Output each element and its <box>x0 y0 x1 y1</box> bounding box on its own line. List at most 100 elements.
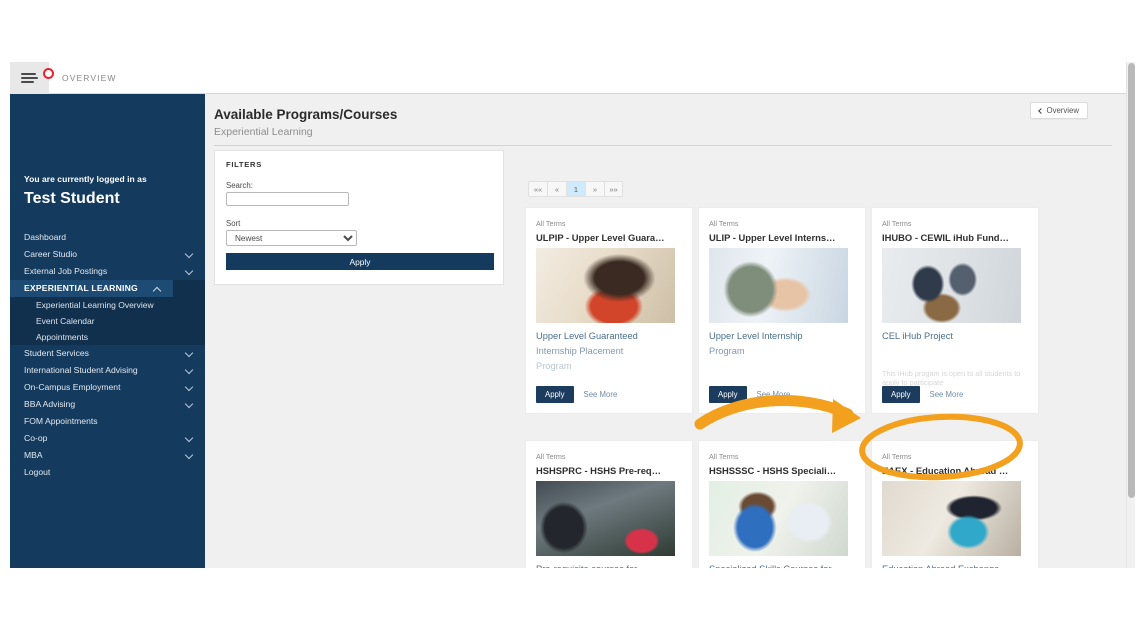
card-desc-line: Pre-requisite courses for <box>536 562 688 568</box>
card-see-more-link[interactable]: See More <box>584 390 618 399</box>
user-name: Test Student <box>24 190 120 208</box>
search-label: Search: <box>226 181 253 190</box>
card-description: CEL iHub Project <box>882 329 1034 344</box>
chevron-down-icon <box>185 433 193 441</box>
card-thumbnail <box>709 481 848 556</box>
logged-in-label: You are currently logged in as <box>24 174 147 184</box>
card-term: All Terms <box>882 452 911 461</box>
apply-filters-button[interactable]: Apply <box>226 253 494 270</box>
card-description: Pre-requisite courses for HSHS Programs <box>536 562 688 568</box>
card-title: ULPIP - Upper Level Guara… <box>536 232 688 243</box>
sidebar-item-label: Student Services <box>24 348 89 358</box>
pagination-page-1[interactable]: 1 <box>566 181 585 197</box>
card-thumbnail <box>536 481 675 556</box>
sidebar-group-experiential-learning: EXPERIENTIAL LEARNING Experiential Learn… <box>10 280 205 345</box>
card-see-more-link[interactable]: See More <box>757 390 791 399</box>
card-actions: Apply See More <box>882 386 963 403</box>
chevron-up-icon <box>153 286 161 294</box>
hamburger-menu-icon[interactable] <box>10 62 49 94</box>
sidebar-subitem-event-calendar[interactable]: Event Calendar <box>10 313 205 329</box>
card-description: Education Abroad Exchange <box>882 562 1034 568</box>
card-thumbnail <box>882 248 1021 323</box>
chevron-down-icon <box>185 450 193 458</box>
sidebar-item-label: Co-op <box>24 433 47 443</box>
card-title: HSHSSSC - HSHS Speciali… <box>709 465 861 476</box>
program-card[interactable]: All Terms ULPIP - Upper Level Guara… Upp… <box>525 207 693 414</box>
top-bar: OVERVIEW <box>10 62 1126 94</box>
card-title: EAEX - Education Abroad … <box>882 465 1034 476</box>
chevron-down-icon <box>185 365 193 373</box>
sidebar-subitem-experiential-learning-overview[interactable]: Experiential Learning Overview <box>10 297 205 313</box>
sidebar-item-label: FOM Appointments <box>24 416 98 426</box>
card-title: IHUBO - CEWIL iHub Fund… <box>882 232 1034 243</box>
sidebar-subitem-label: Event Calendar <box>36 316 95 326</box>
sort-label: Sort <box>226 219 240 228</box>
card-apply-button[interactable]: Apply <box>882 386 920 403</box>
program-card[interactable]: All Terms EAEX - Education Abroad … Educ… <box>871 440 1039 568</box>
card-actions: Apply See More <box>536 386 617 403</box>
program-card[interactable]: All Terms ULIP - Upper Level Interns… Up… <box>698 207 866 414</box>
sidebar-item-label: Logout <box>24 467 50 477</box>
card-term: All Terms <box>536 452 565 461</box>
sidebar-item-dashboard[interactable]: Dashboard <box>10 229 205 246</box>
overview-button-label: Overview <box>1047 106 1080 115</box>
sort-select[interactable]: Newest <box>226 230 357 246</box>
search-input[interactable] <box>226 192 349 206</box>
sidebar-item-label: Career Studio <box>24 249 77 259</box>
card-term: All Terms <box>882 219 911 228</box>
program-card[interactable]: All Terms HSHSSSC - HSHS Speciali… Speci… <box>698 440 866 568</box>
program-card[interactable]: All Terms IHUBO - CEWIL iHub Fund… CEL i… <box>871 207 1039 414</box>
sidebar-item-international-student-advising[interactable]: International Student Advising <box>10 362 205 379</box>
card-desc-line: Upper Level Internship <box>709 329 861 344</box>
card-description: Upper Level Internship Program <box>709 329 861 359</box>
page-subtitle: Experiential Learning <box>214 126 313 138</box>
card-description: Specialized Skills Courses for Health Se… <box>709 562 861 568</box>
sidebar-item-experiential-learning[interactable]: EXPERIENTIAL LEARNING <box>10 280 173 297</box>
chevron-left-icon <box>1038 108 1044 114</box>
sidebar-item-on-campus-employment[interactable]: On-Campus Employment <box>10 379 205 396</box>
program-card[interactable]: All Terms HSHSPRC - HSHS Pre-req… Pre-re… <box>525 440 693 568</box>
title-divider <box>214 145 1112 146</box>
sidebar-item-mba[interactable]: MBA <box>10 447 205 464</box>
card-apply-button[interactable]: Apply <box>709 386 747 403</box>
card-thumbnail <box>709 248 848 323</box>
pagination-prev-button[interactable]: « <box>547 181 566 197</box>
sidebar-item-label: MBA <box>24 450 43 460</box>
page-scrollbar[interactable] <box>1126 62 1135 568</box>
sidebar-subitem-label: Appointments <box>36 332 88 342</box>
page-scrollbar-thumb[interactable] <box>1128 63 1135 498</box>
sidebar-item-logout[interactable]: Logout <box>10 464 205 481</box>
filters-heading: FILTERS <box>226 160 262 169</box>
sidebar-item-student-services[interactable]: Student Services <box>10 345 205 362</box>
card-thumbnail <box>882 481 1021 556</box>
card-term: All Terms <box>709 452 738 461</box>
sidebar-item-label: BBA Advising <box>24 399 75 409</box>
sidebar-item-label: EXPERIENTIAL LEARNING <box>24 283 138 293</box>
pagination-last-button[interactable]: »» <box>604 181 623 197</box>
card-actions: Apply See More <box>709 386 790 403</box>
sidebar-item-co-op[interactable]: Co-op <box>10 430 205 447</box>
sidebar-subitem-appointments[interactable]: Appointments <box>10 329 205 345</box>
sidebar-item-external-job-postings[interactable]: External Job Postings <box>10 263 205 280</box>
card-desc-line: Program <box>709 344 861 359</box>
chevron-down-icon <box>185 399 193 407</box>
chevron-down-icon <box>185 266 193 274</box>
sidebar-item-career-studio[interactable]: Career Studio <box>10 246 205 263</box>
filters-panel: FILTERS Search: Sort Newest Apply <box>214 150 504 285</box>
sidebar-item-bba-advising[interactable]: BBA Advising <box>10 396 205 413</box>
sidebar-item-fom-appointments[interactable]: FOM Appointments <box>10 413 205 430</box>
overview-back-button[interactable]: Overview <box>1030 102 1089 119</box>
pagination-next-button[interactable]: » <box>585 181 604 197</box>
card-desc-line: Program <box>536 359 688 374</box>
sidebar-subitem-label: Experiential Learning Overview <box>36 300 154 310</box>
chevron-down-icon <box>185 382 193 390</box>
sidebar-item-label: On-Campus Employment <box>24 382 120 392</box>
application-frame: OVERVIEW You are currently logged in as … <box>10 62 1135 568</box>
card-apply-button[interactable]: Apply <box>536 386 574 403</box>
sidebar-item-label: Dashboard <box>24 232 66 242</box>
card-see-more-link[interactable]: See More <box>930 390 964 399</box>
pagination-first-button[interactable]: «« <box>528 181 547 197</box>
page-title: Available Programs/Courses <box>214 107 397 122</box>
card-title: ULIP - Upper Level Interns… <box>709 232 861 243</box>
card-desc-line: Specialized Skills Courses for <box>709 562 861 568</box>
